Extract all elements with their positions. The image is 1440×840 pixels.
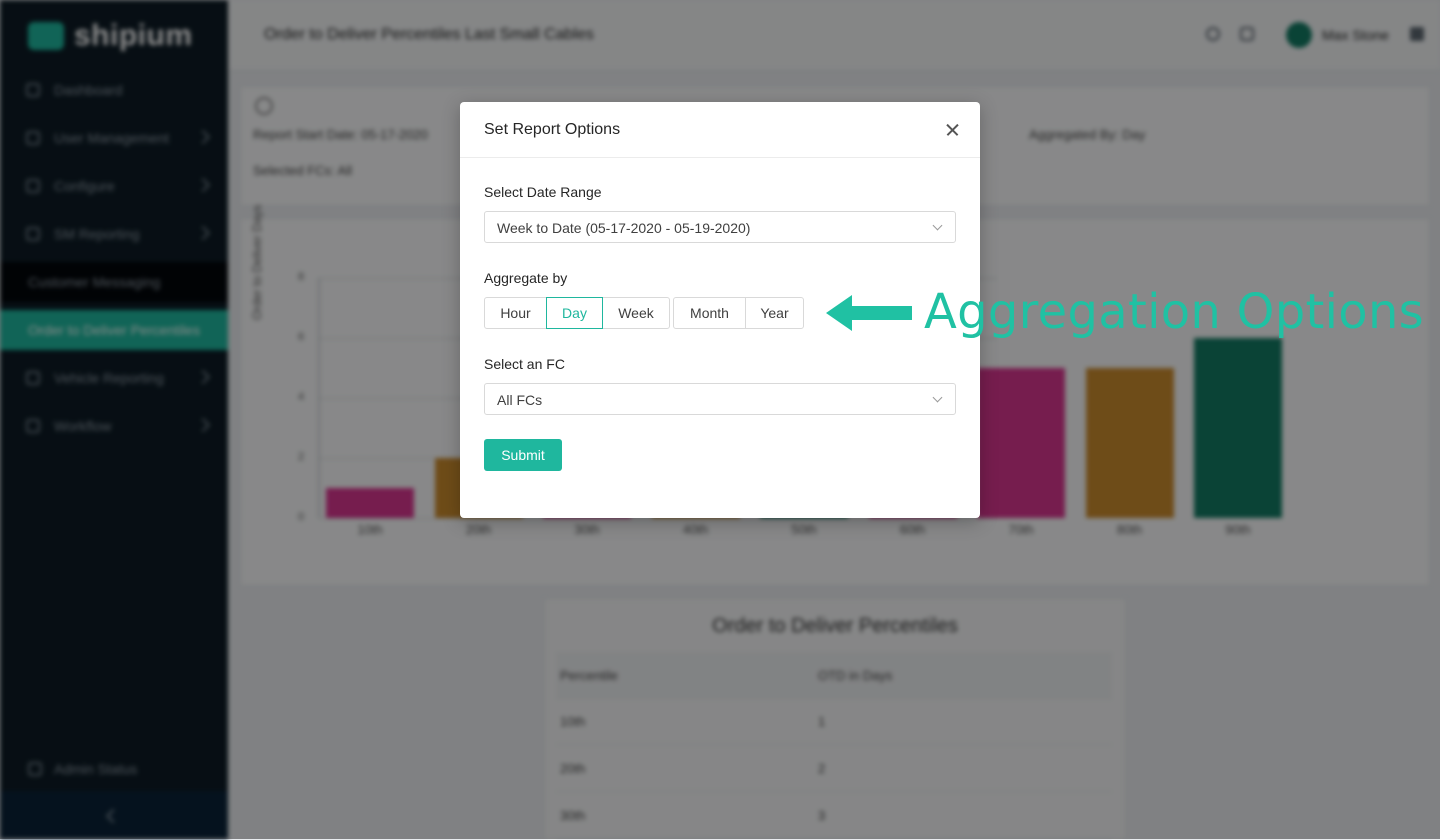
modal-header: Set Report Options [460,102,980,158]
fc-select[interactable]: All FCs [484,383,956,415]
close-icon[interactable] [940,118,964,142]
aggregate-segmented-control-2: Month Year [673,297,804,329]
submit-button[interactable]: Submit [484,439,562,471]
annotation-text: Aggregation Options [924,284,1424,340]
modal-title: Set Report Options [484,121,621,138]
aggregate-segmented-control: Hour Day Week [484,297,670,329]
chevron-down-icon [932,220,943,231]
chevron-down-icon [932,392,943,403]
aggregate-option-hour[interactable]: Hour [484,297,547,329]
fc-value: All FCs [497,392,543,408]
annotation-arrow-icon [826,295,912,331]
date-range-value: Week to Date (05-17-2020 - 05-19-2020) [497,220,751,236]
aggregate-option-month[interactable]: Month [673,297,746,329]
aggregate-option-year[interactable]: Year [745,297,804,329]
aggregate-label: Aggregate by [484,270,568,286]
fc-label: Select an FC [484,356,565,372]
aggregate-option-week[interactable]: Week [602,297,670,329]
date-range-label: Select Date Range [484,184,602,200]
aggregate-option-day[interactable]: Day [546,297,603,329]
date-range-select[interactable]: Week to Date (05-17-2020 - 05-19-2020) [484,211,956,243]
